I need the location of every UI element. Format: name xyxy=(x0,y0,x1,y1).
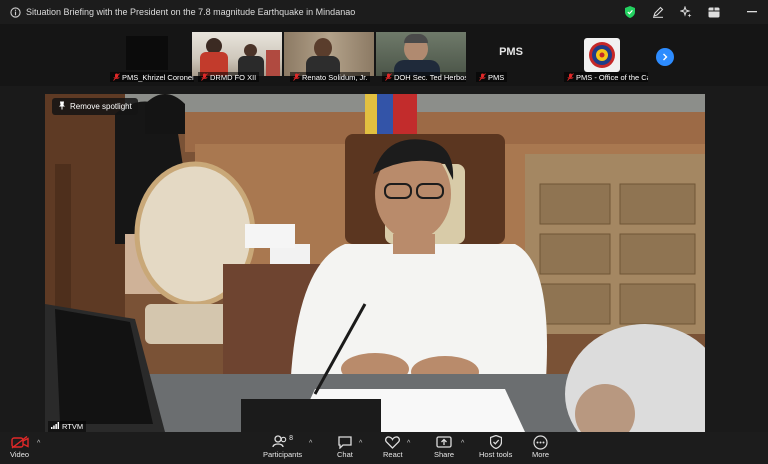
participant-video xyxy=(558,32,648,76)
video-button[interactable]: Video xyxy=(10,434,29,459)
chat-label: Chat xyxy=(337,450,353,459)
host-tools-shield-icon xyxy=(489,434,502,450)
participant-video xyxy=(376,32,466,76)
share-label: Share xyxy=(434,450,455,459)
participants-options-caret[interactable]: ^ xyxy=(309,440,312,447)
participants-button[interactable]: 8 Participants xyxy=(263,434,303,460)
spotlight-video-frame xyxy=(45,94,705,432)
react-label: React xyxy=(383,450,403,459)
host-tools-label: Host tools xyxy=(479,450,513,459)
muted-mic-icon xyxy=(385,73,392,81)
next-page-button[interactable] xyxy=(656,48,674,66)
share-screen-icon xyxy=(436,434,452,450)
muted-mic-icon xyxy=(113,73,120,81)
host-tools-button[interactable]: Host tools xyxy=(479,434,512,459)
chat-icon xyxy=(338,434,352,450)
video-label: Video xyxy=(10,450,30,459)
participant-strip: PMS_Khrizel Coronel-... DRMD FO XII Rena… xyxy=(0,24,768,86)
participant-name: PMS xyxy=(488,72,505,82)
ai-companion-icon[interactable] xyxy=(678,4,694,20)
chat-button[interactable]: Chat xyxy=(337,434,353,459)
participant-name: DOH Sec. Ted Herbosa xyxy=(394,72,466,82)
video-off-icon xyxy=(10,434,29,450)
participant-name: DRMD FO XII xyxy=(210,72,257,82)
more-button[interactable]: More xyxy=(532,434,549,459)
participant-placeholder-name: PMS xyxy=(499,46,523,58)
react-button[interactable]: React xyxy=(383,434,403,459)
participant-tile[interactable]: PMS PMS xyxy=(470,32,552,84)
annotate-pen-icon[interactable] xyxy=(650,4,666,20)
participants-icon xyxy=(272,434,288,450)
participant-video xyxy=(284,32,374,76)
security-shield-icon[interactable] xyxy=(622,4,638,20)
spotlight-video[interactable] xyxy=(45,94,705,432)
participants-label: Participants xyxy=(263,450,303,459)
connection-signal-icon xyxy=(51,422,59,431)
remove-spotlight-label: Remove spotlight xyxy=(70,102,132,111)
meeting-toolbar: Video ^ 8 Participants ^ Chat ^ React ^ … xyxy=(0,432,768,464)
react-heart-icon xyxy=(385,434,401,450)
info-icon[interactable] xyxy=(8,5,22,19)
view-layout-icon[interactable] xyxy=(706,4,722,20)
muted-mic-icon xyxy=(479,73,486,81)
chat-options-caret[interactable]: ^ xyxy=(359,440,362,447)
speaker-name: RTVM xyxy=(62,422,84,431)
muted-mic-icon xyxy=(567,73,574,81)
participant-name: PMS_Khrizel Coronel-... xyxy=(122,72,194,82)
minimize-icon[interactable] xyxy=(744,4,760,20)
participant-tile[interactable]: Renato Solidum, Jr. xyxy=(284,32,374,84)
participant-name: PMS - Office of the Ca... xyxy=(576,72,648,82)
speaker-name-label: RTVM xyxy=(48,421,87,432)
share-button[interactable]: Share xyxy=(434,434,454,459)
participant-tile[interactable]: PMS_Khrizel Coronel-... xyxy=(104,32,194,84)
agency-seal-logo xyxy=(584,38,620,72)
remove-spotlight-button[interactable]: Remove spotlight xyxy=(52,98,138,115)
more-label: More xyxy=(532,450,550,459)
more-dots-icon xyxy=(533,434,548,450)
participant-name: Renato Solidum, Jr. xyxy=(302,72,368,82)
video-options-caret[interactable]: ^ xyxy=(37,440,40,447)
participant-tile[interactable]: DOH Sec. Ted Herbosa xyxy=(376,32,466,84)
share-options-caret[interactable]: ^ xyxy=(461,440,464,447)
title-bar: Situation Briefing with the President on… xyxy=(0,0,768,24)
muted-mic-icon xyxy=(201,73,208,81)
participant-tile[interactable]: DRMD FO XII xyxy=(192,32,282,84)
pin-icon xyxy=(58,101,66,112)
participants-count: 8 xyxy=(289,434,294,442)
participant-tile[interactable]: PMS - Office of the Ca... xyxy=(558,32,648,84)
participant-video xyxy=(192,32,282,76)
muted-mic-icon xyxy=(293,73,300,81)
video-off-tile xyxy=(104,32,194,76)
react-options-caret[interactable]: ^ xyxy=(407,440,410,447)
meeting-title: Situation Briefing with the President on… xyxy=(26,7,356,17)
